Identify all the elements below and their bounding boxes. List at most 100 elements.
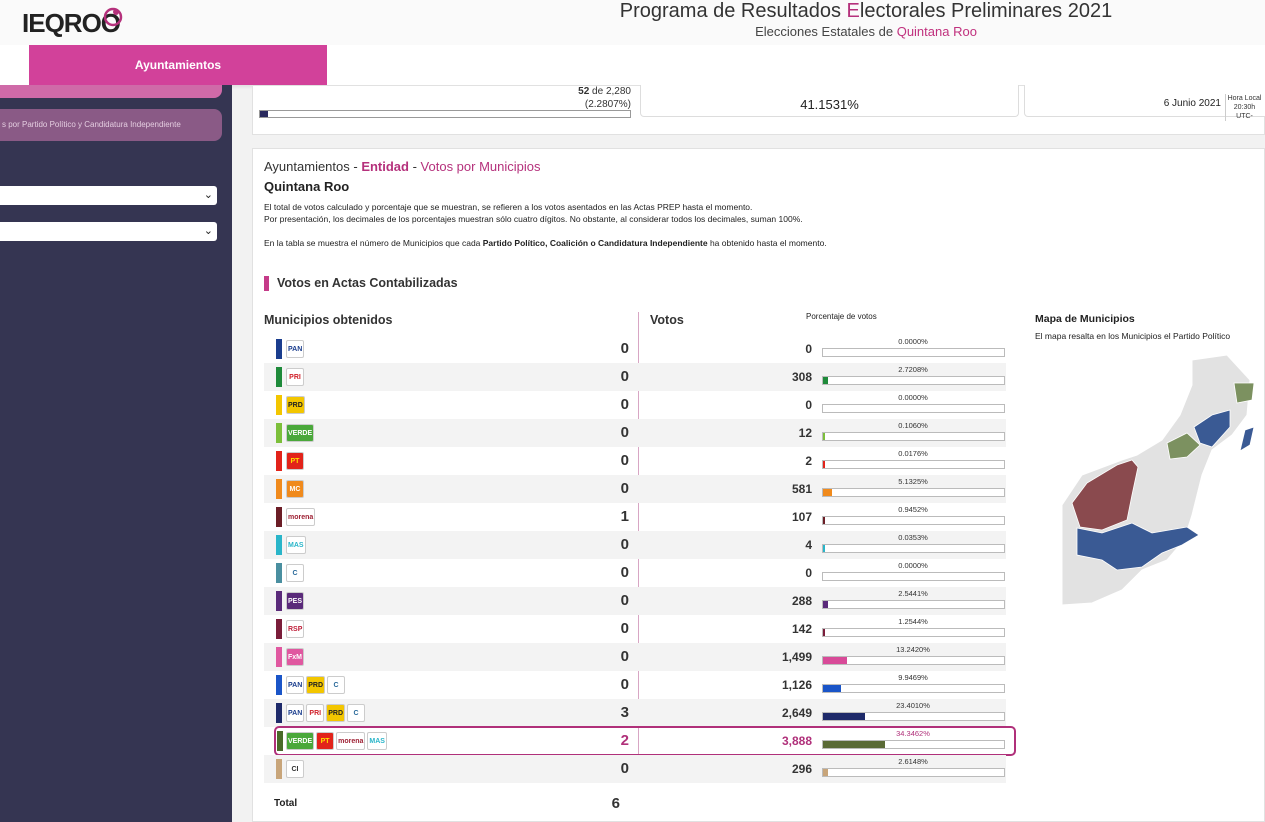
table-row[interactable]: MC 0 581 5.1325% [264, 475, 1006, 503]
party-color-stripe [276, 367, 282, 387]
vote-bar-fill [823, 713, 866, 720]
municipios-count: 0 [620, 648, 629, 665]
party-logos: VERDE PT morena MAS [286, 731, 387, 751]
party-logos: PAN PRD C [286, 675, 346, 695]
vote-bar-fill [823, 769, 828, 776]
table-row[interactable]: PES 0 288 2.5441% [264, 587, 1006, 615]
municipios-count: 0 [620, 452, 629, 469]
vote-bar-fill [823, 545, 825, 552]
party-logos: PRD [286, 395, 305, 415]
vote-percentage-bar [822, 460, 1005, 469]
vote-percentage: 0.0176% [898, 449, 928, 458]
table-row[interactable]: CI 0 296 2.6148% [264, 755, 1006, 783]
vote-percentage: 5.1325% [898, 477, 928, 486]
party-color-stripe [276, 451, 282, 471]
vote-percentage: 9.9469% [898, 673, 928, 682]
vote-percentage: 23.4010% [896, 701, 930, 710]
votes-count: 107 [791, 510, 812, 524]
party-logos: PES [286, 591, 305, 611]
party-logo-icon: C [347, 704, 366, 722]
municipios-count: 3 [620, 704, 629, 721]
party-color-stripe [276, 759, 282, 779]
vote-percentage-bar [822, 488, 1005, 497]
table-row[interactable]: VERDE 0 12 0.1060% [264, 419, 1006, 447]
sidebar-select-2[interactable]: ⌄ [0, 222, 217, 241]
vote-percentage: 0.0353% [898, 533, 928, 542]
chevron-down-icon: ⌄ [203, 189, 213, 201]
municipios-count: 1 [620, 508, 629, 525]
table-row[interactable]: PAN PRD C 0 1,126 9.9469% [264, 671, 1006, 699]
top-header: IEQROO Programa de Resultados Electorale… [0, 0, 1265, 45]
votes-count: 12 [798, 426, 812, 440]
hora-local: Hora Local 20:30h UTC- [1225, 94, 1263, 121]
table-row[interactable]: PRI 0 308 2.7208% [264, 363, 1006, 391]
party-color-stripe [276, 675, 282, 695]
municipios-count: 0 [620, 368, 629, 385]
table-row[interactable]: PAN 0 0 0.0000% [264, 335, 1006, 363]
party-logo-icon: MAS [367, 732, 387, 750]
party-logos: PRI [286, 367, 304, 387]
party-color-stripe [276, 339, 282, 359]
party-color-stripe [276, 535, 282, 555]
vote-percentage: 0.0000% [898, 337, 928, 346]
sidebar-item-partido[interactable]: s por Partido Político y Candidatura Ind… [0, 109, 222, 141]
vote-percentage: 2.5441% [898, 589, 928, 598]
municipios-count: 0 [620, 424, 629, 441]
vote-bar-fill [823, 629, 826, 636]
party-color-stripe [276, 423, 282, 443]
page-subtitle: Elecciones Estatales de Quintana Roo [755, 24, 977, 39]
votes-count: 142 [791, 622, 812, 636]
party-color-stripe [277, 731, 283, 751]
vote-percentage-bar [822, 404, 1005, 413]
vote-bar-fill [823, 377, 828, 384]
table-row[interactable]: VERDE PT morena MAS 2 3,888 34.3462% [274, 726, 1016, 756]
party-logo-icon: PAN [286, 340, 305, 358]
party-logo-icon: MC [286, 480, 304, 498]
state-name: Quintana Roo [264, 179, 350, 194]
vote-percentage-bar [822, 600, 1005, 609]
section-title: Votos en Actas Contabilizadas [264, 276, 458, 291]
table-row[interactable]: PRD 0 0 0.0000% [264, 391, 1006, 419]
vote-bar-fill [823, 433, 825, 440]
tab-ayuntamientos[interactable]: Ayuntamientos [29, 45, 327, 85]
table-row[interactable]: C 0 0 0.0000% [264, 559, 1006, 587]
party-logo-icon: PRD [286, 396, 305, 414]
table-row[interactable]: PT 0 2 0.0176% [264, 447, 1006, 475]
fecha-value: 6 Junio 2021 [1163, 98, 1221, 109]
party-logos: PAN PRI PRD C [286, 703, 366, 723]
party-logo-icon: C [286, 564, 304, 582]
vote-percentage-bar [822, 348, 1005, 357]
vote-bar-fill [823, 741, 886, 748]
actas-progress-bar [259, 110, 631, 118]
vote-percentage-bar [822, 628, 1005, 637]
party-logos: PAN [286, 339, 305, 359]
votes-count: 4 [805, 538, 812, 552]
table-row[interactable]: PAN PRI PRD C 3 2,649 23.4010% [264, 699, 1006, 727]
party-logo-icon: PT [316, 732, 335, 750]
vote-percentage: 13.2420% [896, 645, 930, 654]
party-logo-icon: PAN [286, 704, 305, 722]
sidebar-select-1[interactable]: ⌄ [0, 186, 217, 205]
party-logo-icon: PES [286, 592, 305, 610]
sidebar-item-active[interactable] [0, 85, 222, 98]
party-color-stripe [276, 591, 282, 611]
votes-count: 0 [805, 566, 812, 580]
party-logo-icon: morena [336, 732, 366, 750]
table-row[interactable]: RSP 0 142 1.2544% [264, 615, 1006, 643]
municipios-count: 0 [620, 564, 629, 581]
table-row[interactable]: MAS 0 4 0.0353% [264, 531, 1006, 559]
municipios-map[interactable] [1062, 355, 1265, 607]
vote-bar-fill [823, 657, 847, 664]
party-logos: RSP [286, 619, 305, 639]
table-row[interactable]: FxM 0 1,499 13.2420% [264, 643, 1006, 671]
votes-count: 581 [791, 482, 812, 496]
map-description: El mapa resalta en los Municipios el Par… [1035, 331, 1231, 341]
vote-bar-fill [823, 517, 825, 524]
votes-count: 288 [791, 594, 812, 608]
votes-count: 2,649 [781, 706, 812, 720]
municipios-count: 0 [620, 480, 629, 497]
vote-percentage-bar [822, 740, 1005, 749]
table-row[interactable]: morena 1 107 0.9452% [264, 503, 1006, 531]
party-logos: FxM [286, 647, 304, 667]
party-logo-icon: PT [286, 452, 304, 470]
